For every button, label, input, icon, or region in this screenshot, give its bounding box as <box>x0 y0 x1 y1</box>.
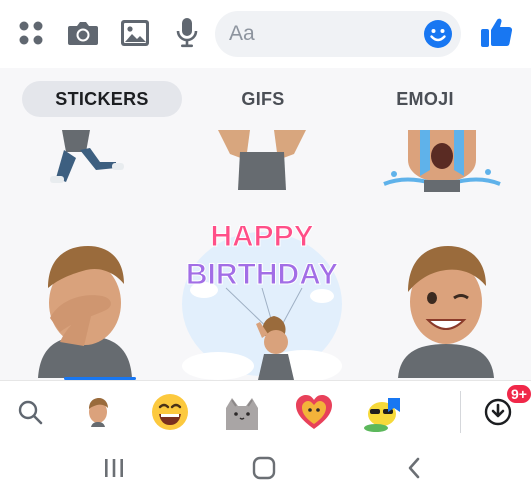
sticker-tray: STICKERS GIFS EMOJI HAPPY BIRTHDAY <box>0 68 531 380</box>
sticker-avatar-arms-up[interactable] <box>212 130 312 190</box>
home-icon[interactable] <box>234 448 294 488</box>
sticker-avatar-crying[interactable] <box>380 130 504 192</box>
message-input[interactable] <box>229 11 419 57</box>
avatar-pack[interactable] <box>76 390 120 434</box>
tab-emoji[interactable]: EMOJI <box>358 81 492 117</box>
apps-grid-icon[interactable] <box>12 14 50 52</box>
pack-divider <box>460 391 461 433</box>
back-icon[interactable] <box>384 448 444 488</box>
sunglasses-character-pack[interactable] <box>362 390 406 434</box>
svg-text:BIRTHDAY: BIRTHDAY <box>186 258 338 291</box>
laughing-emoji-pack[interactable] <box>148 390 192 434</box>
message-composer <box>0 0 531 68</box>
svg-text:HAPPY: HAPPY <box>210 220 313 253</box>
sticker-pack-bar: 9+ <box>0 380 531 442</box>
thumbs-up-icon[interactable] <box>479 14 517 52</box>
sticker-avatar-jumping[interactable] <box>42 130 132 190</box>
gallery-icon[interactable] <box>116 14 154 52</box>
sticker-avatar-wink[interactable] <box>394 242 498 378</box>
search-icon[interactable] <box>8 390 52 434</box>
emoji-icon[interactable] <box>423 19 453 49</box>
recent-apps-icon[interactable] <box>84 448 144 488</box>
sticker-avatar-happy-birthday[interactable]: HAPPY BIRTHDAY <box>178 208 346 380</box>
messenger-sticker-screen: STICKERS GIFS EMOJI <box>0 0 531 494</box>
microphone-icon[interactable] <box>168 14 206 52</box>
notification-badge: 9+ <box>505 383 531 405</box>
tab-stickers[interactable]: STICKERS <box>22 81 182 117</box>
sticker-avatar-facepalm[interactable] <box>30 238 140 378</box>
pusheen-cat-pack[interactable] <box>220 390 264 434</box>
system-navigation-bar <box>0 442 531 494</box>
sticker-grid: HAPPY BIRTHDAY <box>0 130 531 380</box>
tab-gifs[interactable]: GIFS <box>200 81 326 117</box>
heart-character-pack[interactable] <box>292 390 336 434</box>
message-field[interactable] <box>215 11 461 57</box>
camera-icon[interactable] <box>64 14 102 52</box>
tray-tabs: STICKERS GIFS EMOJI <box>0 68 531 130</box>
